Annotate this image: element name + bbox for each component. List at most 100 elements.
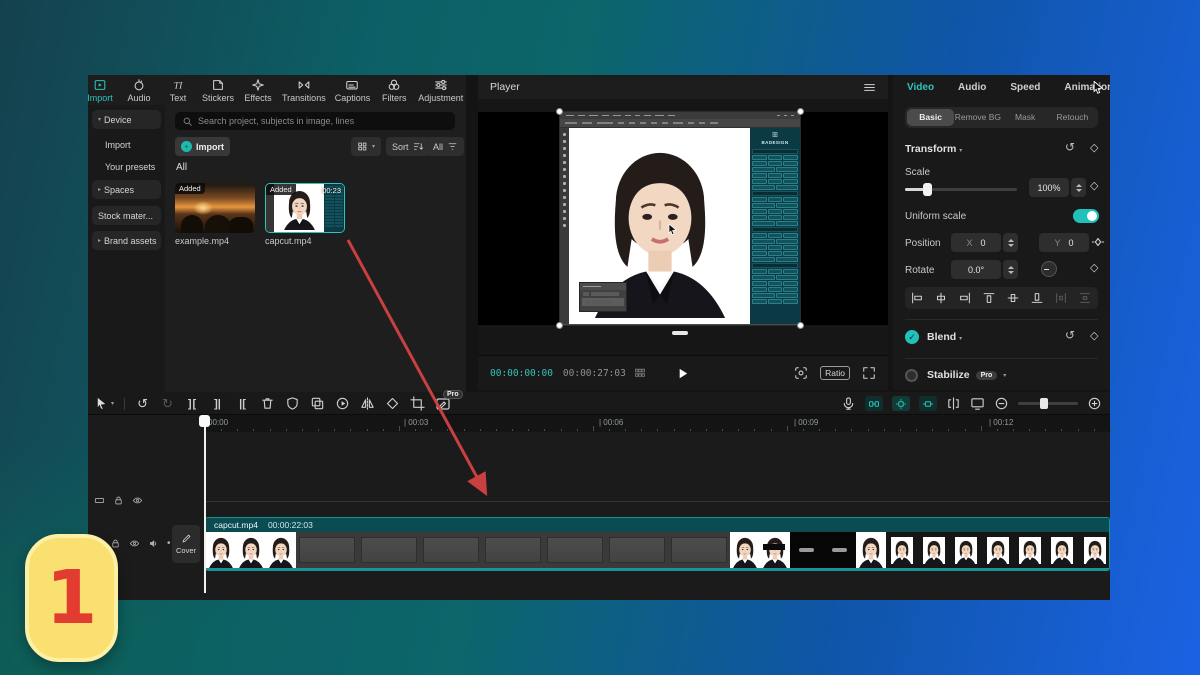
cover-button[interactable]: Cover [172,525,200,563]
record-voiceover-icon[interactable] [841,396,856,411]
sort-button[interactable]: Sort [386,137,430,156]
overlay-icon[interactable] [310,396,325,411]
delete-icon[interactable] [260,396,275,411]
tab-audio-inspector[interactable]: Audio [958,82,986,93]
tab-adjustment[interactable]: Adjustment [418,78,463,103]
chevron-down-icon[interactable]: ▾ [1003,372,1006,379]
keyframe-blend-icon[interactable]: ◇ [1090,329,1098,342]
visibility-icon[interactable] [132,495,143,506]
preview-axis-icon[interactable] [946,396,961,411]
media-item-example[interactable]: Added [175,183,255,233]
zoom-slider-handle[interactable] [1040,398,1048,409]
rotate-tool-icon[interactable] [385,396,400,411]
tab-stickers[interactable]: Stickers [202,78,234,103]
align-right-icon[interactable] [953,291,977,305]
transform-handle[interactable] [797,108,804,115]
position-x-field[interactable]: X 0 [951,233,1001,252]
lock-icon[interactable] [113,495,124,506]
speed-icon[interactable] [335,396,350,411]
split-icon[interactable]: ][ [185,396,200,411]
transform-handle[interactable] [797,322,804,329]
mask-icon[interactable] [285,396,300,411]
undo-icon[interactable]: ↺ [135,396,150,411]
magnetic-snap-toggle[interactable] [892,396,910,411]
scale-stepper[interactable] [1071,178,1086,197]
delete-left-icon[interactable]: ]| [210,396,225,411]
align-center-horizontal-icon[interactable] [929,291,953,305]
auto-ripple-toggle[interactable] [865,396,883,411]
subtab-retouch[interactable]: Retouch [1049,109,1096,126]
blend-checkbox[interactable]: ✓ [905,330,919,344]
keyframe-scale-icon[interactable]: ◇ [1090,179,1098,192]
media-item-capcut[interactable]: Added 00:23 [265,183,345,233]
tab-filters[interactable]: Filters [379,78,409,103]
redo-icon[interactable]: ↻ [160,396,175,411]
tab-transitions[interactable]: Transitions [282,78,326,103]
timeline-clip-capcut[interactable]: capcut.mp4 00:00:22:03 [205,517,1110,571]
preview-quality-icon[interactable] [794,366,808,380]
video-frame-photoshop-screenshot[interactable]: ꕥ BADESIGN [560,112,800,325]
zoom-in-icon[interactable] [1087,396,1102,411]
player-menu-icon[interactable] [863,81,876,94]
timeline-zoom-slider[interactable] [1018,402,1078,405]
rotate-stepper[interactable] [1003,260,1018,279]
rotate-dial[interactable] [1041,261,1057,277]
sidebar-item-stock-materials[interactable]: Stock mater... [92,206,161,225]
tab-audio[interactable]: Audio [124,78,154,103]
position-y-field[interactable]: Y 0 [1039,233,1089,252]
preview-window-icon[interactable] [970,396,985,411]
tab-animation[interactable]: Animation [1064,82,1110,93]
play-button[interactable] [675,366,690,381]
tab-effects[interactable]: Effects [243,78,273,103]
transform-handle[interactable] [556,108,563,115]
sidebar-item-brand-assets[interactable]: ▸ Brand assets [92,231,161,250]
uniform-scale-toggle[interactable] [1073,209,1099,223]
align-bottom-icon[interactable] [1025,291,1049,305]
keyframe-rotate-icon[interactable]: ◇ [1090,261,1098,274]
rotate-handle[interactable] [672,331,688,335]
import-button[interactable]: + Import [175,137,230,156]
tab-import[interactable]: Import [88,78,115,103]
playhead-handle[interactable] [199,415,210,427]
align-center-vertical-icon[interactable] [1001,291,1025,305]
filter-button[interactable]: All [427,137,464,156]
sidebar-item-import[interactable]: Import [92,135,161,154]
timeline-ruler[interactable]: 00:00| 00:03| 00:06| 00:09| 00:12 [205,415,1110,432]
reset-blend-icon[interactable]: ↺ [1065,328,1075,342]
sidebar-item-your-presets[interactable]: Your presets [92,157,161,176]
scale-slider-handle[interactable] [923,183,932,196]
chevron-down-icon[interactable]: ▾ [111,400,114,407]
subtab-remove-bg[interactable]: Remove BG [954,109,1001,126]
chevron-down-icon[interactable]: ▾ [959,148,962,154]
playhead-line[interactable] [204,415,206,593]
keyframe-transform-icon[interactable]: ◇ [1090,141,1098,154]
zoom-out-icon[interactable] [994,396,1009,411]
keyframe-position-icon[interactable] [1091,235,1105,249]
tab-text[interactable]: TI Text [163,78,193,103]
align-top-icon[interactable] [977,291,1001,305]
mirror-icon[interactable] [360,396,375,411]
frame-grid-icon[interactable] [634,367,646,379]
stabilize-checkbox[interactable] [905,369,918,382]
transform-handle[interactable] [556,322,563,329]
search-bar[interactable] [175,112,455,130]
crop-icon[interactable] [410,396,425,411]
subtab-mask[interactable]: Mask [1002,109,1049,126]
chevron-down-icon[interactable]: ▾ [959,336,962,342]
fullscreen-icon[interactable] [862,366,876,380]
ratio-button[interactable]: Ratio [820,366,850,380]
scale-value-field[interactable]: 100% [1029,178,1069,197]
tab-captions[interactable]: Captions [335,78,371,103]
sidebar-item-spaces[interactable]: ▸ Spaces [92,180,161,199]
rotate-value-field[interactable]: 0.0° [951,260,1001,279]
align-left-icon[interactable] [905,291,929,305]
mute-icon[interactable] [148,538,159,549]
position-x-stepper[interactable] [1003,233,1018,252]
search-input[interactable] [198,116,448,126]
distribute-horizontal-icon[interactable] [1049,291,1073,305]
tab-speed[interactable]: Speed [1010,82,1040,93]
scale-slider-track[interactable] [905,188,1017,191]
link-toggle[interactable] [919,396,937,411]
view-toggle-button[interactable]: ▾ [351,137,381,156]
visibility-icon[interactable] [129,538,140,549]
